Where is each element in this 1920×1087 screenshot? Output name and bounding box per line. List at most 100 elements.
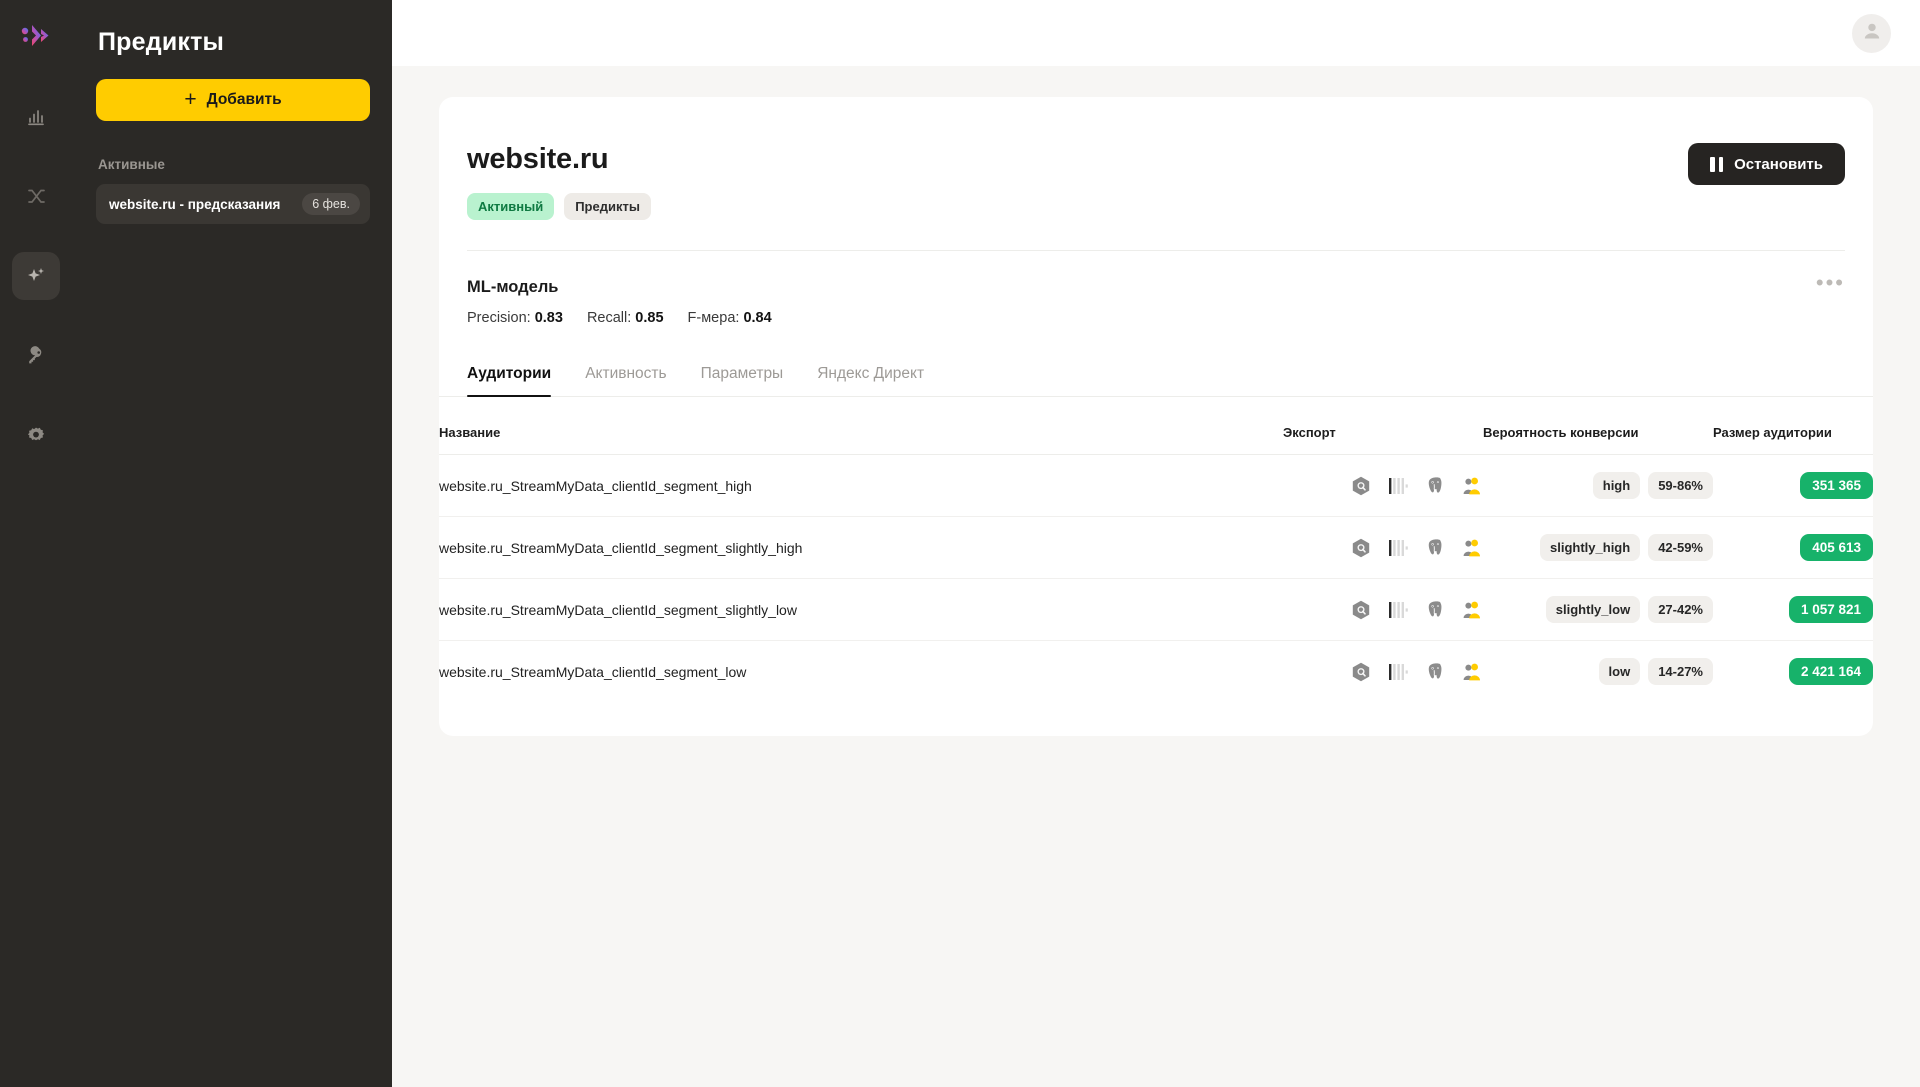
table-row[interactable]: website.ru_StreamMyData_clientId_segment… <box>439 454 1873 517</box>
metric-value: 0.83 <box>534 310 563 326</box>
hexagon-db-icon[interactable] <box>1350 537 1372 559</box>
sidebar-item-predicts[interactable] <box>12 252 60 300</box>
clickhouse-icon[interactable] <box>1387 661 1409 683</box>
clickhouse-icon[interactable] <box>1387 599 1409 621</box>
topbar <box>392 0 1920 66</box>
export-cell <box>1283 516 1483 579</box>
export-cell <box>1283 454 1483 517</box>
column-header-export: Экспорт <box>1283 411 1483 455</box>
sidebar-item-settings[interactable] <box>12 412 60 460</box>
tab-parameters[interactable]: Параметры <box>701 365 784 396</box>
hexagon-db-icon[interactable] <box>1350 599 1372 621</box>
yandex-audience-icon[interactable] <box>1461 599 1483 621</box>
status-badge: Активный <box>467 193 555 220</box>
list-item-label: website.ru - предсказания <box>109 196 281 212</box>
list-item-date: 6 фев. <box>302 193 360 215</box>
audience-name: website.ru_StreamMyData_clientId_segment… <box>439 578 1283 641</box>
probability-tag: 59-86% <box>1648 472 1713 499</box>
audience-size-badge: 405 613 <box>1800 534 1873 561</box>
app-root: Предикты + Добавить Активные website.ru … <box>0 0 1920 1087</box>
bar-chart-icon <box>26 106 46 126</box>
segment-tag: high <box>1592 472 1641 499</box>
table-row[interactable]: website.ru_StreamMyData_clientId_segment… <box>439 578 1873 641</box>
table-header-row: Название Экспорт Вероятность конверсии Р… <box>439 411 1873 455</box>
yandex-audience-icon[interactable] <box>1461 661 1483 683</box>
shuffle-icon <box>26 186 47 207</box>
sidebar-item-segments[interactable] <box>12 172 60 220</box>
column-header-probability: Вероятность конверсии <box>1483 411 1713 455</box>
segment-tag: slightly_high <box>1540 534 1641 561</box>
content-scroll: website.ru Активный Предикты Остановить … <box>392 66 1920 1087</box>
metric-precision: Precision: 0.83 <box>467 310 563 326</box>
probability-tag: 42-59% <box>1648 534 1713 561</box>
probability-tag: 27-42% <box>1648 596 1713 623</box>
tab-activity[interactable]: Активность <box>585 365 666 396</box>
table-row[interactable]: website.ru_StreamMyData_clientId_segment… <box>439 516 1873 579</box>
yandex-audience-icon[interactable] <box>1461 537 1483 559</box>
sidebar-item-access[interactable] <box>12 332 60 380</box>
clickhouse-icon[interactable] <box>1387 537 1409 559</box>
user-avatar-icon <box>1861 20 1883 47</box>
avatar[interactable] <box>1852 13 1891 53</box>
clickhouse-icon[interactable] <box>1387 475 1409 497</box>
model-metrics: Precision: 0.83 Recall: 0.85 F-мера: 0.8… <box>439 297 1873 326</box>
audience-size-badge: 2 421 164 <box>1788 658 1873 685</box>
tab-yandex-direct[interactable]: Яндекс Директ <box>817 365 924 396</box>
page-title: website.ru <box>467 143 609 175</box>
postgresql-icon[interactable] <box>1424 599 1446 621</box>
chip-row: Активный Предикты <box>467 193 651 220</box>
audience-size-badge: 351 365 <box>1800 472 1873 499</box>
size-cell: 351 365 <box>1713 454 1873 517</box>
postgresql-icon[interactable] <box>1424 475 1446 497</box>
yandex-audience-icon[interactable] <box>1461 475 1483 497</box>
sidebar-nav: Предикты + Добавить Активные website.ru … <box>72 0 394 1087</box>
postgresql-icon[interactable] <box>1424 661 1446 683</box>
tab-audiences[interactable]: Аудитории <box>467 365 552 397</box>
plus-icon: + <box>184 87 197 111</box>
tab-bar: Аудитории Активность Параметры Яндекс Ди… <box>439 365 1873 397</box>
table-head: Название Экспорт Вероятность конверсии Р… <box>439 411 1873 455</box>
size-cell: 405 613 <box>1713 516 1873 579</box>
segment-tag: slightly_low <box>1545 596 1641 623</box>
stop-button-label: Остановить <box>1734 155 1823 173</box>
probability-cell: slightly_high 42-59% <box>1483 516 1713 579</box>
gear-icon <box>26 426 46 446</box>
postgresql-icon[interactable] <box>1424 537 1446 559</box>
column-header-size: Размер аудитории <box>1713 411 1873 455</box>
predicts-logo-icon <box>12 12 60 60</box>
segment-tag: low <box>1598 658 1641 685</box>
sidebar-item-reports[interactable] <box>12 92 60 140</box>
table-row[interactable]: website.ru_StreamMyData_clientId_segment… <box>439 641 1873 703</box>
table-body: website.ru_StreamMyData_clientId_segment… <box>439 454 1873 703</box>
sidebar-section-label: Активные <box>98 157 165 172</box>
metric-label: Precision: <box>467 310 531 326</box>
probability-cell: slightly_low 27-42% <box>1483 578 1713 641</box>
hexagon-db-icon[interactable] <box>1350 661 1372 683</box>
probability-tag: 14-27% <box>1648 658 1713 685</box>
model-section-header: ML-модель ••• <box>439 251 1873 297</box>
metric-recall: Recall: 0.85 <box>587 310 664 326</box>
export-cell <box>1283 641 1483 703</box>
metric-label: F-мера: <box>687 310 740 326</box>
sidebar-item-website-predictions[interactable]: website.ru - предсказания 6 фев. <box>96 184 370 224</box>
hexagon-db-icon[interactable] <box>1350 475 1372 497</box>
audience-size-badge: 1 057 821 <box>1788 596 1873 623</box>
add-button-label: Добавить <box>206 91 282 108</box>
model-section-title: ML-модель <box>467 278 559 296</box>
metric-fmeasure: F-мера: 0.84 <box>688 310 772 326</box>
pause-icon <box>1710 156 1724 172</box>
probability-cell: low 14-27% <box>1483 641 1713 703</box>
stop-button[interactable]: Остановить <box>1688 143 1845 185</box>
sparkles-icon <box>25 265 47 287</box>
ellipsis-icon[interactable]: ••• <box>1816 272 1845 294</box>
metric-value: 0.84 <box>743 310 772 326</box>
metric-label: Recall: <box>586 310 632 326</box>
type-badge: Предикты <box>564 193 651 220</box>
column-header-name: Название <box>439 411 1283 455</box>
size-cell: 2 421 164 <box>1713 641 1873 703</box>
probability-cell: high 59-86% <box>1483 454 1713 517</box>
key-icon <box>26 346 46 366</box>
metric-value: 0.85 <box>635 310 664 326</box>
app-title: Предикты <box>98 28 225 56</box>
add-button[interactable]: + Добавить <box>96 79 370 121</box>
